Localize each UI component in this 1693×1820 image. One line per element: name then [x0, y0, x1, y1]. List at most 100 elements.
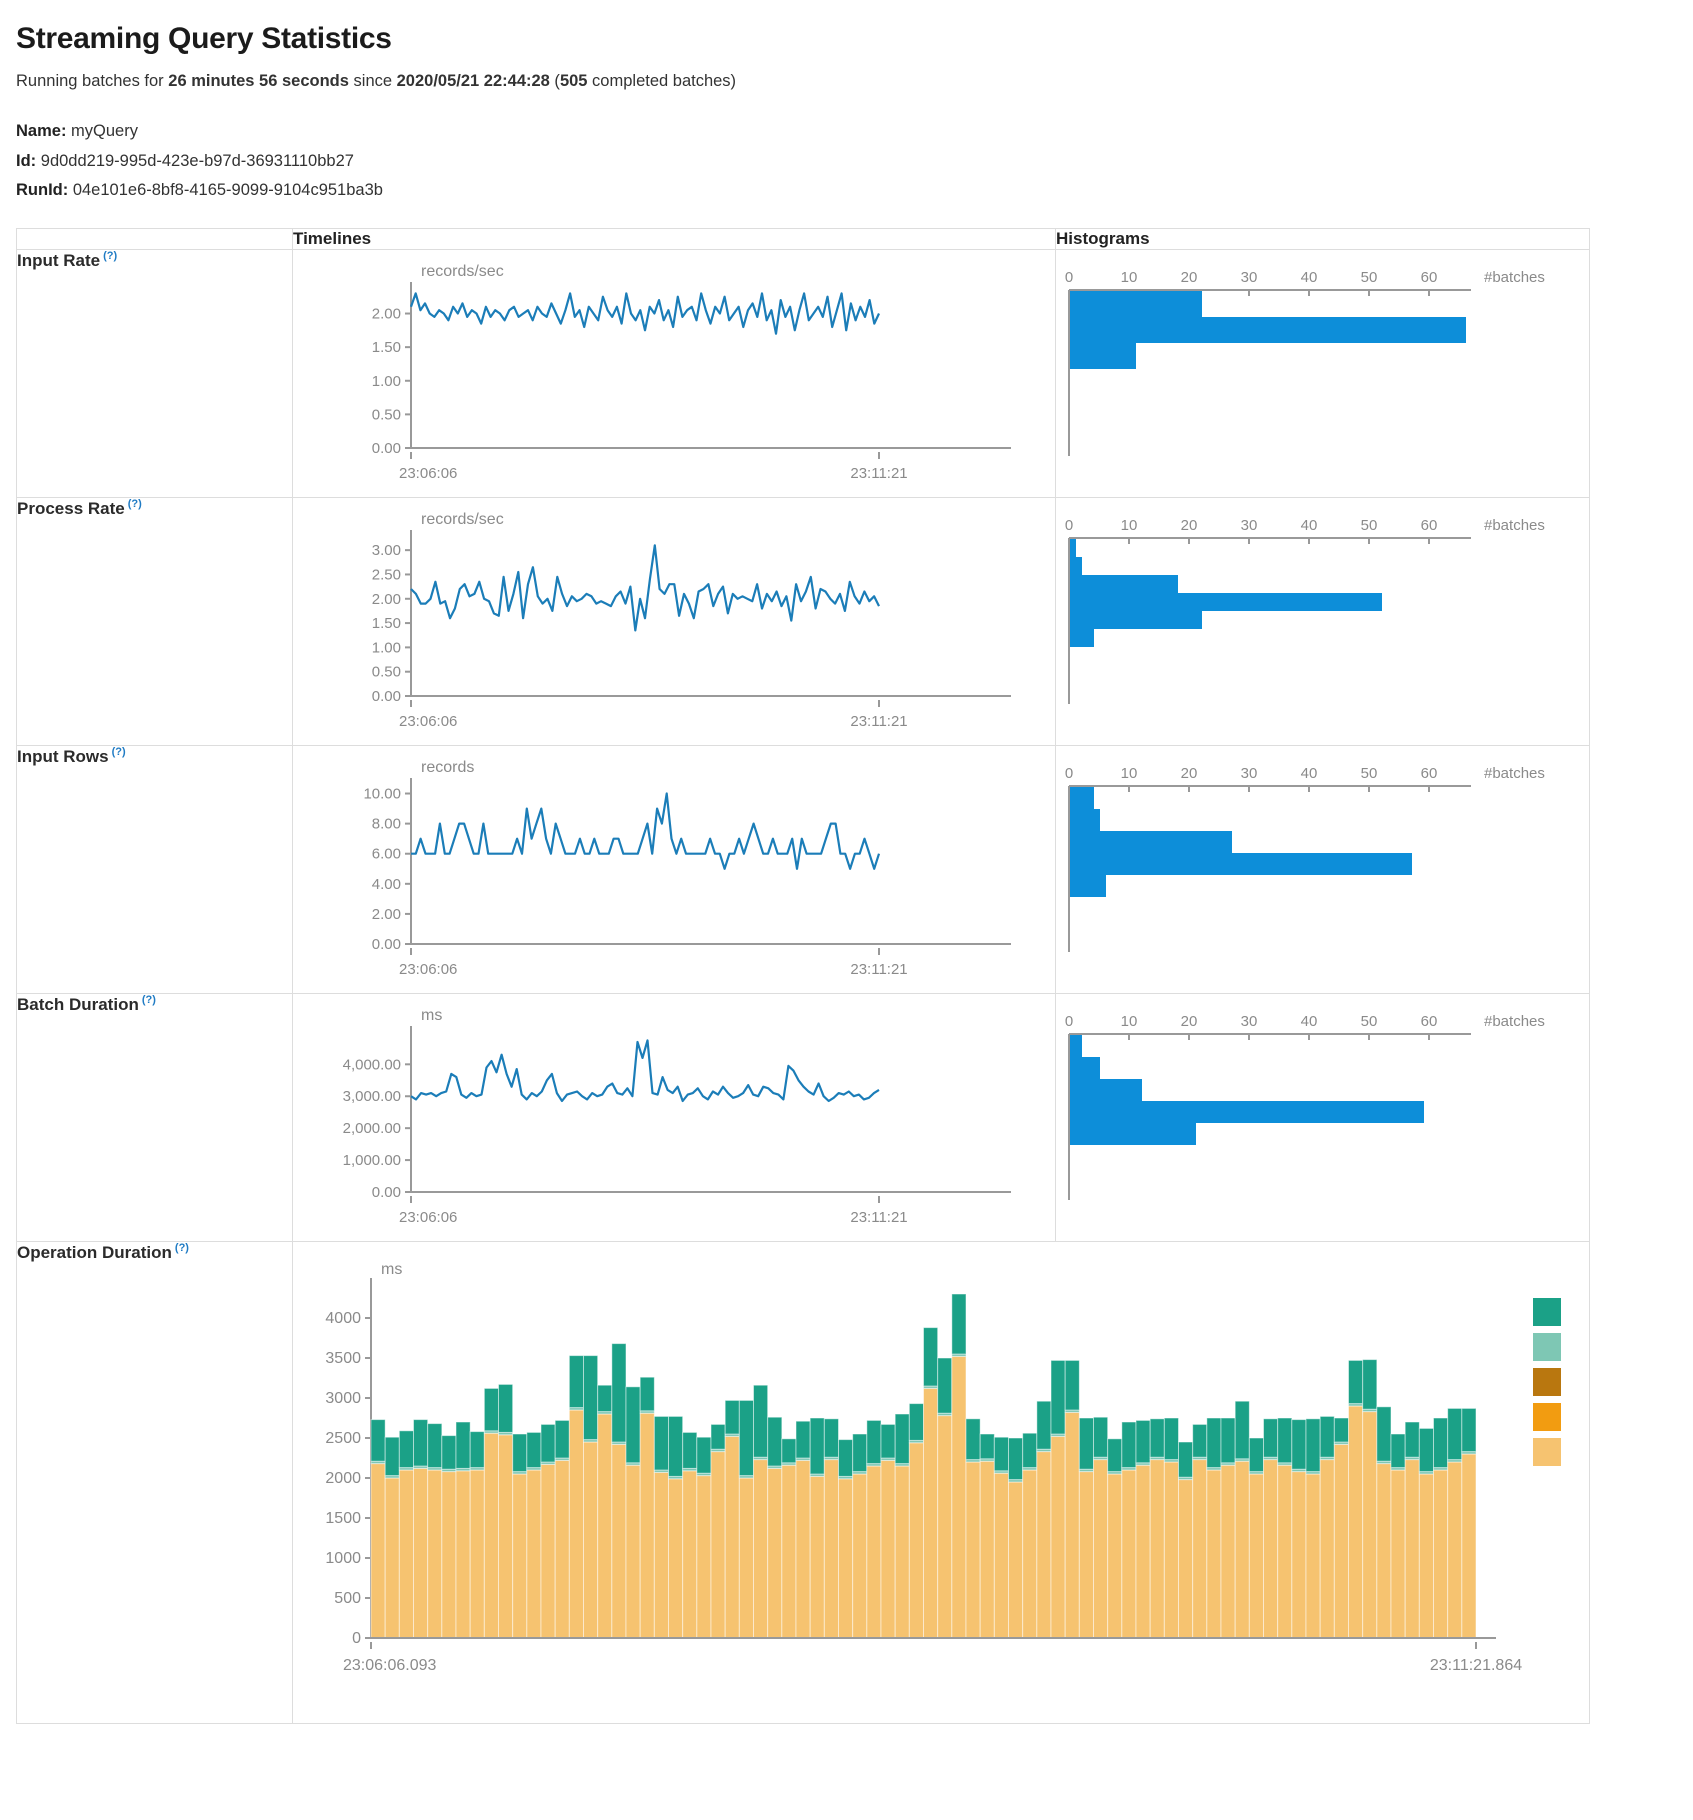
- svg-text:2,000.00: 2,000.00: [343, 1120, 401, 1137]
- running-batches-summary: Running batches for 26 minutes 56 second…: [16, 72, 1677, 91]
- row-label-batch-duration: Batch Duration(?): [17, 995, 156, 1014]
- svg-text:40: 40: [1301, 269, 1318, 286]
- svg-text:4,000.00: 4,000.00: [343, 1056, 401, 1073]
- summary-paren: (: [550, 72, 560, 90]
- legend-swatch: [1533, 1438, 1561, 1466]
- input-rows-histogram-chart: 0102030405060#batches: [1056, 746, 1589, 993]
- row-label-cell-operation-duration: Operation Duration(?): [17, 1242, 293, 1724]
- row-process-rate: Process Rate(?) records/sec0.000.501.001…: [17, 498, 1590, 746]
- svg-text:0: 0: [1065, 269, 1073, 286]
- row-batch-duration: Batch Duration(?) ms0.001,000.002,000.00…: [17, 994, 1590, 1242]
- query-runid-line: RunId: 04e101e6-8bf8-4165-9099-9104c951b…: [16, 176, 1677, 206]
- svg-text:60: 60: [1421, 765, 1438, 782]
- completed-batches-count: 505: [560, 72, 588, 90]
- id-label: Id:: [16, 152, 36, 170]
- input-rate-histogram-cell: 0102030405060#batches: [1056, 250, 1590, 498]
- svg-text:3.00: 3.00: [372, 542, 401, 559]
- svg-text:ms: ms: [381, 1261, 402, 1278]
- svg-text:30: 30: [1241, 517, 1258, 534]
- svg-text:0: 0: [352, 1630, 361, 1647]
- help-icon-input-rate[interactable]: (?): [103, 250, 117, 262]
- streaming-query-statistics-page: Streaming Query Statistics Running batch…: [0, 0, 1693, 1748]
- svg-text:60: 60: [1421, 269, 1438, 286]
- svg-text:50: 50: [1361, 765, 1378, 782]
- svg-text:4000: 4000: [325, 1310, 361, 1327]
- svg-text:60: 60: [1421, 517, 1438, 534]
- svg-text:20: 20: [1181, 269, 1198, 286]
- svg-text:40: 40: [1301, 517, 1318, 534]
- legend-swatch: [1533, 1333, 1561, 1361]
- query-id-line: Id: 9d0dd219-995d-423e-b97d-36931110bb27: [16, 147, 1677, 177]
- svg-text:20: 20: [1181, 1013, 1198, 1030]
- svg-text:23:06:06: 23:06:06: [399, 961, 457, 978]
- svg-text:50: 50: [1361, 1013, 1378, 1030]
- svg-text:2.00: 2.00: [372, 306, 401, 323]
- input-rate-timeline-chart: records/sec0.000.501.001.502.0023:06:062…: [293, 250, 1055, 497]
- svg-text:1,000.00: 1,000.00: [343, 1152, 401, 1169]
- svg-text:0: 0: [1065, 517, 1073, 534]
- operation-duration-chart: ms0500100015002000250030003500400023:06:…: [293, 1242, 1589, 1723]
- svg-text:0.00: 0.00: [372, 440, 401, 457]
- help-icon-input-rows[interactable]: (?): [112, 746, 126, 758]
- svg-text:0: 0: [1065, 1013, 1073, 1030]
- statistics-table: Timelines Histograms Input Rate(?) recor…: [16, 228, 1590, 1724]
- summary-suffix: completed batches): [587, 72, 736, 90]
- header-timelines: Timelines: [293, 229, 1056, 250]
- header-empty-cell: [17, 229, 293, 250]
- legend-swatch: [1533, 1298, 1561, 1326]
- name-label: Name:: [16, 122, 66, 140]
- svg-text:3500: 3500: [325, 1350, 361, 1367]
- runid-value: 04e101e6-8bf8-4165-9099-9104c951ba3b: [73, 181, 383, 199]
- summary-prefix: Running batches for: [16, 72, 168, 90]
- summary-mid: since: [349, 72, 397, 90]
- process-rate-histogram-cell: 0102030405060#batches: [1056, 498, 1590, 746]
- help-icon-batch-duration[interactable]: (?): [142, 994, 156, 1006]
- name-value: myQuery: [71, 122, 138, 140]
- row-input-rows: Input Rows(?) records0.002.004.006.008.0…: [17, 746, 1590, 994]
- svg-text:0.00: 0.00: [372, 688, 401, 705]
- svg-text:23:11:21: 23:11:21: [850, 961, 907, 978]
- svg-text:500: 500: [334, 1590, 361, 1607]
- svg-text:#batches: #batches: [1484, 765, 1545, 782]
- svg-text:#batches: #batches: [1484, 1013, 1545, 1030]
- legend-swatch: [1533, 1368, 1561, 1396]
- input-rows-timeline-chart: records0.002.004.006.008.0010.0023:06:06…: [293, 746, 1055, 993]
- svg-text:50: 50: [1361, 269, 1378, 286]
- svg-text:23:06:06.093: 23:06:06.093: [343, 1657, 437, 1674]
- svg-text:2000: 2000: [325, 1470, 361, 1487]
- svg-text:records: records: [421, 759, 474, 776]
- svg-text:10: 10: [1121, 517, 1138, 534]
- query-metadata: Name: myQuery Id: 9d0dd219-995d-423e-b97…: [16, 117, 1677, 206]
- batch-duration-histogram-cell: 0102030405060#batches: [1056, 994, 1590, 1242]
- svg-text:0.00: 0.00: [372, 1184, 401, 1201]
- svg-text:23:06:06: 23:06:06: [399, 465, 457, 482]
- svg-text:2.00: 2.00: [372, 591, 401, 608]
- process-rate-timeline-chart: records/sec0.000.501.001.502.002.503.002…: [293, 498, 1055, 745]
- row-label-input-rows: Input Rows(?): [17, 747, 126, 766]
- svg-text:30: 30: [1241, 269, 1258, 286]
- svg-text:#batches: #batches: [1484, 517, 1545, 534]
- svg-text:0.00: 0.00: [372, 936, 401, 953]
- svg-text:50: 50: [1361, 517, 1378, 534]
- svg-text:0.50: 0.50: [372, 406, 401, 423]
- header-histograms: Histograms: [1056, 229, 1590, 250]
- process-rate-histogram-chart: 0102030405060#batches: [1056, 498, 1589, 745]
- svg-text:0: 0: [1065, 765, 1073, 782]
- svg-text:2.50: 2.50: [372, 567, 401, 584]
- svg-text:40: 40: [1301, 765, 1318, 782]
- row-label-cell-batch-duration: Batch Duration(?): [17, 994, 293, 1242]
- runid-label: RunId:: [16, 181, 68, 199]
- help-icon-process-rate[interactable]: (?): [128, 498, 142, 510]
- svg-text:30: 30: [1241, 1013, 1258, 1030]
- svg-text:10: 10: [1121, 1013, 1138, 1030]
- svg-text:23:06:06: 23:06:06: [399, 713, 457, 730]
- svg-text:23:11:21: 23:11:21: [850, 713, 907, 730]
- help-icon-operation-duration[interactable]: (?): [175, 1242, 189, 1254]
- svg-text:10: 10: [1121, 269, 1138, 286]
- svg-text:1.50: 1.50: [372, 615, 401, 632]
- svg-text:8.00: 8.00: [372, 816, 401, 833]
- input-rate-timeline-cell: records/sec0.000.501.001.502.0023:06:062…: [293, 250, 1056, 498]
- row-label-cell-process-rate: Process Rate(?): [17, 498, 293, 746]
- svg-text:23:11:21: 23:11:21: [850, 1209, 907, 1226]
- row-label-input-rate: Input Rate(?): [17, 251, 117, 270]
